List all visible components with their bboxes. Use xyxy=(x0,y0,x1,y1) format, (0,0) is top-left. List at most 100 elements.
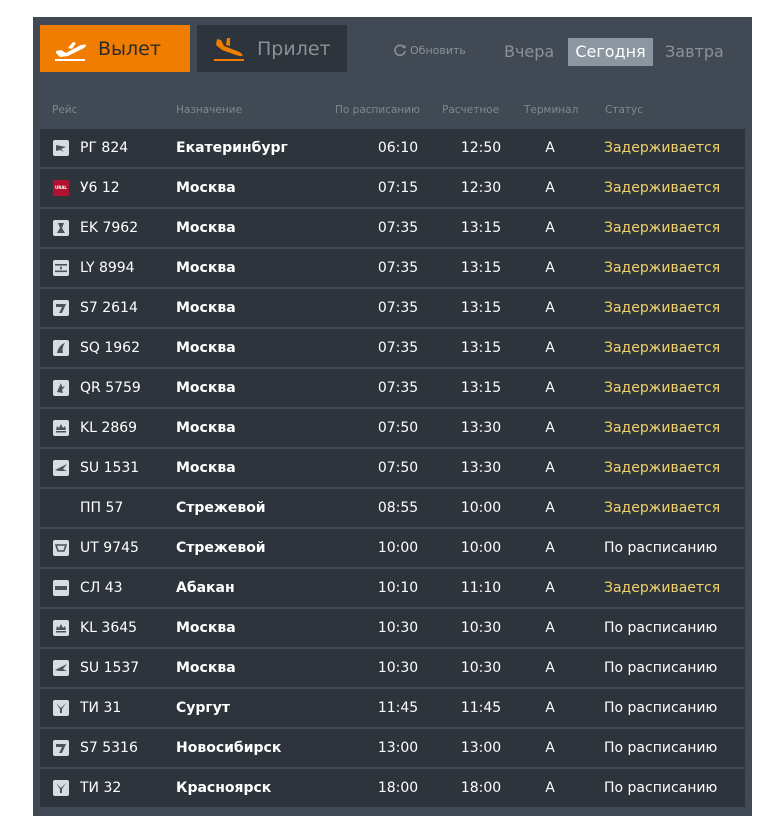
column-header-status: Статус xyxy=(605,104,643,116)
flight-status: Задерживается xyxy=(604,180,721,196)
tab-arrivals[interactable]: Прилет xyxy=(197,25,347,72)
arrival-plane-icon xyxy=(214,37,244,61)
flight-status: Задерживается xyxy=(604,340,721,356)
column-header-terminal: Терминал xyxy=(524,104,579,116)
estimated-time: 13:15 xyxy=(460,260,502,276)
terminal: A xyxy=(545,780,555,796)
flight-board: Вылет Прилет Обновить Вчера Сегодня Завт… xyxy=(33,17,752,816)
terminal: A xyxy=(545,300,555,316)
day-yesterday-button[interactable]: Вчера xyxy=(504,38,554,66)
singapore-airlines-icon xyxy=(53,340,69,356)
destination: Сургут xyxy=(176,700,230,716)
scheduled-time: 18:00 xyxy=(377,780,419,796)
flight-number: EK 7962 xyxy=(80,220,139,236)
flight-row[interactable]: РГ 824 Екатеринбург 06:10 12:50 A Задерживает… xyxy=(40,129,745,167)
terminal: A xyxy=(545,220,555,236)
tab-departures[interactable]: Вылет xyxy=(40,25,190,72)
destination: Красноярск xyxy=(176,780,272,796)
flight-row[interactable]: KL 2869 Москва 07:50 13:30 A Задерживается xyxy=(40,409,745,447)
s7-icon xyxy=(53,740,69,756)
flight-status: Задерживается xyxy=(604,380,721,396)
estimated-time: 10:00 xyxy=(460,540,502,556)
terminal: A xyxy=(545,500,555,516)
destination: Новосибирск xyxy=(176,740,282,756)
flight-status: По расписанию xyxy=(604,540,718,556)
estimated-time: 18:00 xyxy=(460,780,502,796)
flight-row[interactable]: QR 5759 Москва 07:35 13:15 A Задерживается xyxy=(40,369,745,407)
scheduled-time: 08:55 xyxy=(377,500,419,516)
ural-airlines-icon: URAL xyxy=(53,180,69,196)
terminal: A xyxy=(545,340,555,356)
flight-status: По расписанию xyxy=(604,660,718,676)
flight-row[interactable]: S7 2614 Москва 07:35 13:15 A Задерживается xyxy=(40,289,745,327)
scheduled-time: 07:35 xyxy=(377,220,419,236)
scheduled-time: 13:00 xyxy=(377,740,419,756)
flight-row[interactable]: S7 5316 Новосибирск 13:00 13:00 A По расписан… xyxy=(40,729,745,767)
terminal: A xyxy=(545,620,555,636)
destination: Москва xyxy=(176,260,236,276)
estimated-time: 12:50 xyxy=(460,140,502,156)
estimated-time: 13:15 xyxy=(460,300,502,316)
destination: Абакан xyxy=(176,580,235,596)
flight-row[interactable]: LY 8994 Москва 07:35 13:15 A Задерживается xyxy=(40,249,745,287)
flight-row[interactable]: EK 7962 Москва 07:35 13:15 A Задерживается xyxy=(40,209,745,247)
klm-icon xyxy=(53,420,69,436)
terminal: A xyxy=(545,180,555,196)
scheduled-time: 10:00 xyxy=(377,540,419,556)
flight-number: UT 9745 xyxy=(80,540,139,556)
flight-row[interactable]: ТИ 31 Сургут 11:45 11:45 A По расписанию xyxy=(40,689,745,727)
ti-airline-icon xyxy=(53,780,69,796)
klm-icon xyxy=(53,620,69,636)
flight-row[interactable]: SU 1537 Москва 10:30 10:30 A По расписанию xyxy=(40,649,745,687)
flight-row[interactable]: UT 9745 Стрежевой 10:00 10:00 A По расписанию xyxy=(40,529,745,567)
flight-row[interactable]: ПП 57 Стрежевой 08:55 10:00 A Задерживается xyxy=(40,489,745,527)
flight-number: S7 5316 xyxy=(80,740,138,756)
scheduled-time: 10:30 xyxy=(377,660,419,676)
flight-status: Задерживается xyxy=(604,260,721,276)
flight-status: По расписанию xyxy=(604,740,718,756)
flight-row[interactable]: СЛ 43 Абакан 10:10 11:10 A Задерживается xyxy=(40,569,745,607)
flight-row[interactable]: URAL У6 12 Москва 07:15 12:30 A Задерживается xyxy=(40,169,745,207)
emirates-icon xyxy=(53,220,69,236)
destination: Москва xyxy=(176,660,236,676)
flight-status: Задерживается xyxy=(604,420,721,436)
flight-row[interactable]: ТИ 32 Красноярск 18:00 18:00 A По расписанию xyxy=(40,769,745,807)
terminal: A xyxy=(545,460,555,476)
aeroflot-icon xyxy=(53,660,69,676)
day-today-button[interactable]: Сегодня xyxy=(568,38,653,66)
column-header-scheduled: По расписанию xyxy=(335,104,420,116)
tab-arrivals-label: Прилет xyxy=(257,37,331,60)
scheduled-time: 07:35 xyxy=(377,260,419,276)
destination: Москва xyxy=(176,220,236,236)
day-tomorrow-button[interactable]: Завтра xyxy=(665,38,724,66)
flight-number: SU 1531 xyxy=(80,460,140,476)
terminal: A xyxy=(545,140,555,156)
column-header-flight: Рейс xyxy=(52,104,78,116)
ru-airline-icon xyxy=(53,140,69,156)
refresh-label: Обновить xyxy=(410,43,466,57)
flight-number: ПП 57 xyxy=(80,500,124,516)
scheduled-time: 07:50 xyxy=(377,460,419,476)
scheduled-time: 11:45 xyxy=(377,700,419,716)
scheduled-time: 06:10 xyxy=(377,140,419,156)
flight-status: По расписанию xyxy=(604,620,718,636)
terminal: A xyxy=(545,260,555,276)
scheduled-time: 07:35 xyxy=(377,300,419,316)
flight-row[interactable]: KL 3645 Москва 10:30 10:30 A По расписанию xyxy=(40,609,745,647)
refresh-button[interactable]: Обновить xyxy=(393,43,466,57)
el-al-icon xyxy=(53,260,69,276)
flight-number: ТИ 31 xyxy=(80,700,122,716)
flight-row[interactable]: SQ 1962 Москва 07:35 13:15 A Задерживается xyxy=(40,329,745,367)
flight-row[interactable]: SU 1531 Москва 07:50 13:30 A Задерживается xyxy=(40,449,745,487)
flight-number: SU 1537 xyxy=(80,660,140,676)
scheduled-time: 07:50 xyxy=(377,420,419,436)
estimated-time: 13:15 xyxy=(460,380,502,396)
refresh-icon xyxy=(394,44,406,57)
estimated-time: 10:30 xyxy=(460,660,502,676)
flight-number: SQ 1962 xyxy=(80,340,140,356)
estimated-time: 13:00 xyxy=(460,740,502,756)
estimated-time: 13:15 xyxy=(460,340,502,356)
s7-icon xyxy=(53,300,69,316)
tab-departures-label: Вылет xyxy=(98,37,161,60)
destination: Москва xyxy=(176,620,236,636)
